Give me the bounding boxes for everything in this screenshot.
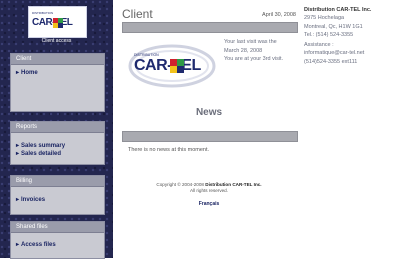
panel-billing-header: Billing (11, 176, 104, 187)
language-link[interactable]: Français (122, 201, 296, 207)
visit-line: Your last visit was the (224, 39, 277, 45)
assistance-email[interactable]: informatique@car-tel.net (304, 49, 398, 57)
sidebar-item-label: Home (21, 70, 38, 76)
sidebar-item-label: Sales detailed (21, 151, 62, 157)
logo-subtitle: DISTRIBUTION (32, 11, 54, 15)
no-news-message: There is no news at this moment. (128, 147, 210, 153)
main-logo: DISTRIBUTION CAR-TEL (128, 42, 216, 90)
visit-info: Your last visit was the March 28, 2008 Y… (224, 38, 296, 64)
panel-reports: Reports ▸ Sales summary ▸ Sales detailed (10, 121, 105, 165)
panel-shared-files-header: Shared files (11, 222, 104, 233)
page-title: Client (122, 7, 153, 21)
rights-text: All rights reserved. (189, 188, 229, 193)
logo-globe-icon (53, 18, 63, 28)
company-tel: Tel.: (514) 524-3355 (304, 31, 354, 38)
assistance-info: Assistance : informatique@car-tel.net (5… (304, 41, 398, 66)
panel-client-header: Client (11, 54, 104, 65)
sidebar-item-label: Sales summary (21, 143, 66, 149)
sidebar-item-label: Access files (21, 242, 56, 248)
visit-count: You are at your 3rd visit. (224, 56, 284, 63)
cartel-logo[interactable]: DISTRIBUTION CAR-TEL (28, 6, 87, 38)
sidebar-item-sales-summary[interactable]: ▸ Sales summary (16, 142, 104, 150)
panel-billing: Billing ▸ Invoices (10, 175, 105, 215)
panel-client: Client ▸ Home (10, 53, 105, 112)
main-logo-text: CAR-TEL (134, 57, 201, 74)
logo-globe-icon (170, 59, 184, 73)
news-bar (122, 131, 298, 142)
sidebar-item-access-files[interactable]: ▸ Access files (16, 241, 104, 249)
sidebar-item-sales-detailed[interactable]: ▸ Sales detailed (16, 150, 104, 158)
company-address-1: 2975 Hochelaga (304, 15, 345, 22)
sidebar-item-home[interactable]: ▸ Home (16, 69, 104, 77)
current-date: April 30, 2008 (262, 12, 296, 18)
panel-reports-header: Reports (11, 122, 104, 133)
company-name: Distribution CAR-TEL Inc. (304, 7, 372, 13)
copyright-company: Distribution CAR-TEL Inc. (205, 182, 262, 187)
bullet-icon: ▸ (16, 197, 20, 203)
bullet-icon: ▸ (16, 151, 20, 157)
news-heading: News (195, 107, 223, 118)
header-bar (122, 22, 298, 33)
assistance-label: Assistance : (304, 42, 334, 48)
last-visit-date: March 28, 2008 (224, 47, 263, 54)
sidebar: DISTRIBUTION CAR-TEL Client access Clien… (0, 0, 113, 259)
bullet-icon: ▸ (16, 143, 20, 149)
client-access-label: Client access (41, 38, 72, 44)
copyright-prefix: Copyright © 2004-2008 (156, 182, 204, 187)
bullet-icon: ▸ (16, 70, 20, 76)
assistance-phone: (514)524-3355 ext111 (304, 58, 358, 65)
copyright: Copyright © 2004-2008 Distribution CAR-T… (122, 182, 296, 194)
company-info: Distribution CAR-TEL Inc. 2975 Hochelaga… (304, 6, 398, 39)
panel-shared-files: Shared files ▸ Access files (10, 221, 105, 259)
sidebar-item-label: Invoices (21, 197, 46, 203)
sidebar-item-invoices[interactable]: ▸ Invoices (16, 196, 104, 204)
bullet-icon: ▸ (16, 242, 20, 248)
company-address-2: Montreal, Qc, H1W 1G1 (304, 23, 363, 30)
